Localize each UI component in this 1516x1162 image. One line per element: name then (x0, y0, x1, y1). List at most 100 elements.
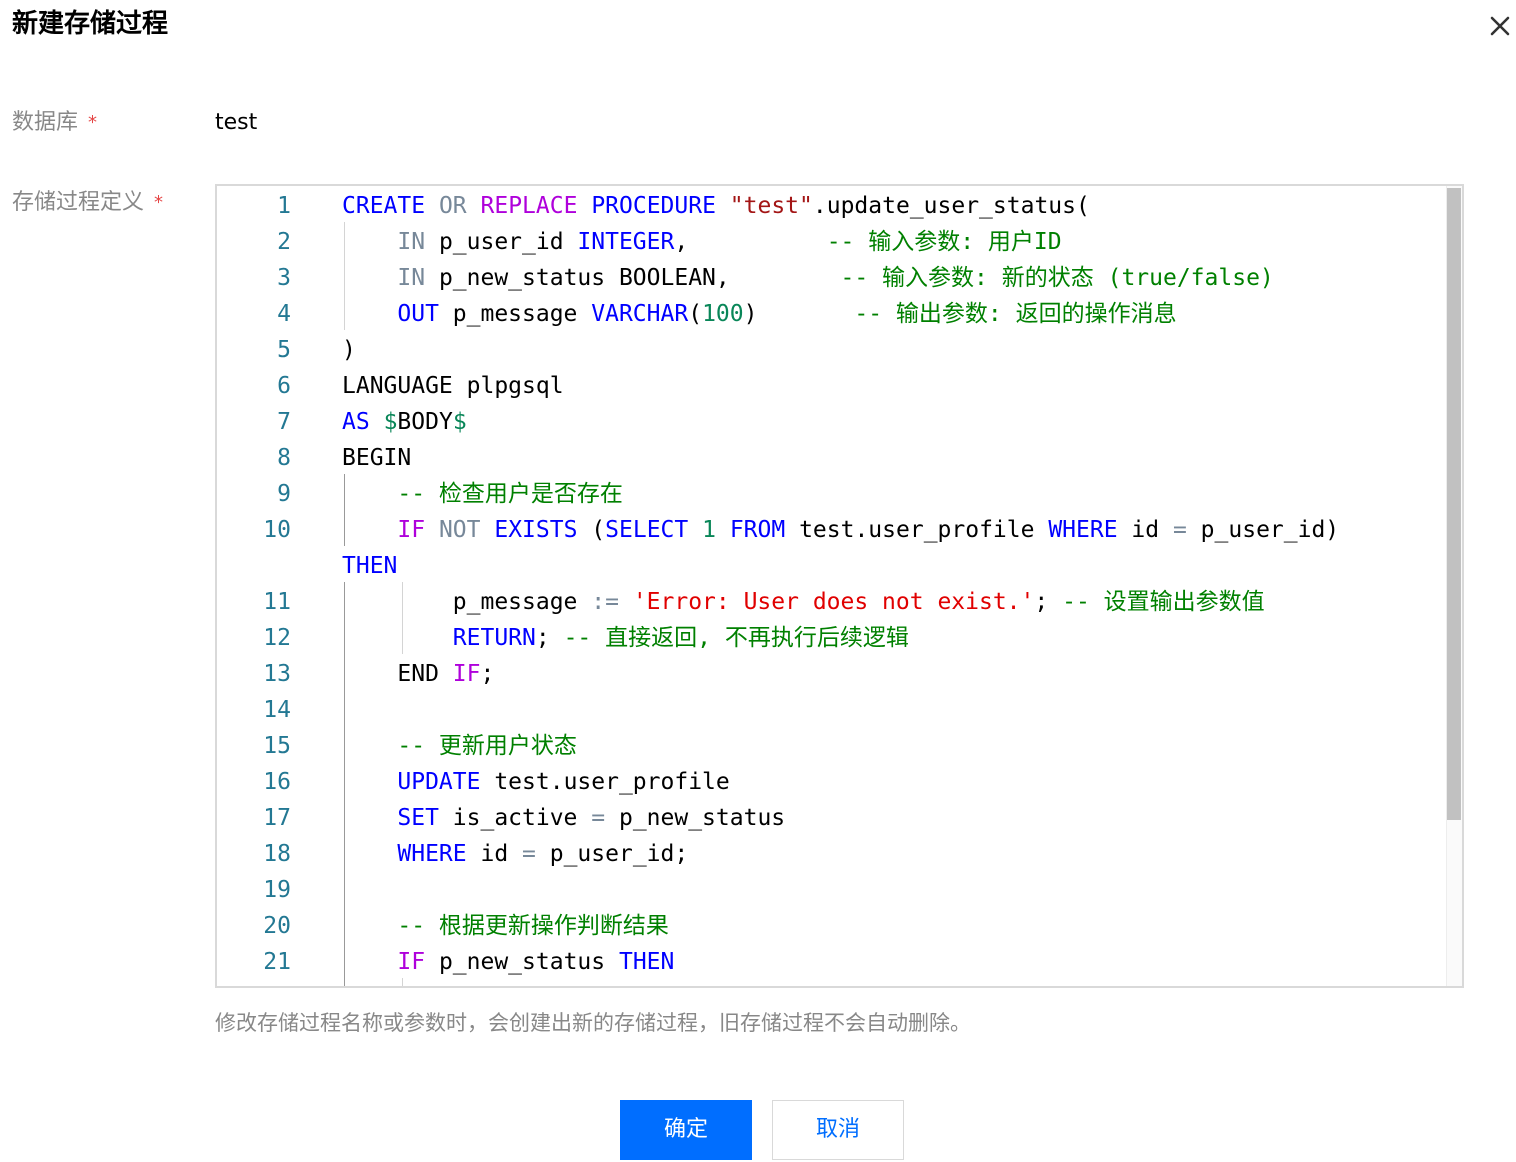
code-token: BODY (397, 409, 453, 435)
code-line[interactable]: 21 IF p_new_status THEN (217, 944, 1445, 980)
definition-label-text: 存储过程定义 (12, 190, 145, 215)
code-token: -- 更新用户状态 (397, 733, 577, 759)
code-token: -- 输入参数: 新的状态 (true/false) (840, 265, 1274, 291)
code-token: ( (688, 301, 703, 327)
code-line[interactable]: 5) (217, 332, 1445, 368)
code-line[interactable]: 3 IN p_new_status BOOLEAN, -- 输入参数: 新的状态… (217, 260, 1445, 296)
code-line[interactable]: 11 p_message := 'Error: User does not ex… (217, 584, 1445, 620)
close-icon[interactable] (1486, 12, 1514, 40)
code-text: IN p_new_status BOOLEAN, -- 输入参数: 新的状态 (… (342, 260, 1274, 296)
code-line[interactable]: 9 -- 检查用户是否存在 (217, 476, 1445, 512)
code-area[interactable]: 1 CREATE OR REPLACE PROCEDURE "test".upda… (217, 186, 1445, 986)
confirm-button[interactable]: 确定 (620, 1100, 752, 1160)
code-line[interactable]: 6 LANGUAGE plpgsql (217, 368, 1445, 404)
code-line[interactable]: 20 -- 根据更新操作判断结果 (217, 908, 1445, 944)
line-number: 8 (277, 445, 291, 471)
code-text: -- 更新用户状态 (342, 728, 577, 764)
definition-label: 存储过程定义 * (12, 188, 163, 219)
line-number: 14 (263, 697, 291, 723)
line-number: 20 (263, 913, 291, 939)
code-line[interactable]: 19 (217, 872, 1445, 908)
code-token: OUT (397, 301, 439, 327)
code-token: -- 检查用户是否存在 (397, 481, 623, 507)
code-token: test.user_profile (785, 517, 1049, 543)
code-token: IF (397, 517, 426, 543)
code-line[interactable]: 2 IN p_user_id INTEGER, -- 输入参数: 用户ID (217, 224, 1445, 260)
close-button[interactable] (1486, 12, 1514, 40)
line-number: 10 (263, 517, 291, 543)
code-token: = (522, 841, 536, 867)
code-token: 1 (702, 517, 716, 543)
required-mark: * (154, 192, 164, 213)
code-token: p_message (438, 301, 592, 327)
code-token: VARCHAR (591, 301, 689, 327)
code-line[interactable]: THEN (217, 548, 1445, 584)
code-token: REPLACE (480, 193, 578, 219)
code-token: CREATE (342, 193, 426, 219)
code-token: PROCEDURE (591, 193, 716, 219)
line-number: 3 (277, 265, 291, 291)
code-editor[interactable]: 1 CREATE OR REPLACE PROCEDURE "test".upda… (215, 184, 1464, 988)
code-text: BEGIN (342, 440, 411, 476)
code-token: SET (397, 805, 439, 831)
line-number: 5 (277, 337, 291, 363)
code-text: SET is_active = p_new_status (342, 800, 785, 836)
code-line[interactable]: 13 END IF; (217, 656, 1445, 692)
code-token: -- 输出参数: 返回的操作消息 (854, 301, 1177, 327)
code-text: LANGUAGE plpgsql (342, 368, 564, 404)
code-token: id (1117, 517, 1173, 543)
code-token: INTEGER (577, 229, 675, 255)
database-label: 数据库 * (12, 108, 97, 139)
code-line[interactable]: 1 CREATE OR REPLACE PROCEDURE "test".upda… (217, 188, 1445, 224)
code-token: p_user_id (425, 229, 578, 255)
code-token: $ (452, 409, 467, 435)
code-line[interactable]: 15 -- 更新用户状态 (217, 728, 1445, 764)
scrollbar-thumb[interactable] (1447, 188, 1461, 820)
code-text: WHERE id = p_user_id; (342, 836, 688, 872)
code-line[interactable]: 18 WHERE id = p_user_id; (217, 836, 1445, 872)
code-line[interactable]: 17 SET is_active = p_new_status (217, 800, 1445, 836)
cancel-button[interactable]: 取消 (772, 1100, 904, 1160)
code-token: AS (342, 409, 370, 435)
code-text: CREATE OR REPLACE PROCEDURE "test".updat… (342, 188, 1090, 224)
code-line[interactable]: 12 RETURN; -- 直接返回, 不再执行后续逻辑 (217, 620, 1445, 656)
code-text: UPDATE test.user_profile (342, 764, 730, 800)
dialog-title: 新建存储过程 (12, 9, 169, 39)
code-line[interactable]: 4 OUT p_message VARCHAR(100) -- 输出参数: 返回… (217, 296, 1445, 332)
code-line[interactable]: 14 (217, 692, 1445, 728)
code-token: RETURN (452, 625, 536, 651)
line-number: 17 (263, 805, 291, 831)
code-line[interactable]: 7 AS $BODY$ (217, 404, 1445, 440)
code-text: OUT p_message VARCHAR(100) -- 输出参数: 返回的操… (342, 296, 1177, 332)
code-token: SELECT (605, 517, 689, 543)
code-line[interactable]: 10 IF NOT EXISTS (SELECT 1 FROM test.use… (217, 512, 1445, 548)
line-number: 13 (263, 661, 291, 687)
code-token: test.user_profile (480, 769, 730, 795)
code-line[interactable]: 8 BEGIN (217, 440, 1445, 476)
line-number: 9 (277, 481, 291, 507)
code-token: OR (438, 193, 467, 219)
code-token: p_message (342, 589, 592, 615)
code-token: ; (480, 661, 495, 687)
line-number: 7 (277, 409, 291, 435)
code-text: THEN (342, 548, 397, 584)
code-text: RETURN; -- 直接返回, 不再执行后续逻辑 (342, 620, 909, 656)
code-token: IF (397, 949, 426, 975)
code-token: NOT (438, 517, 481, 543)
code-text: p_message := 'Error: User does not exist… (342, 584, 1265, 620)
line-number: 1 (277, 193, 291, 219)
code-text: IF NOT EXISTS (SELECT 1 FROM test.user_p… (342, 512, 1339, 548)
code-token: -- 直接返回, 不再执行后续逻辑 (563, 625, 909, 651)
code-line[interactable]: 16 UPDATE test.user_profile (217, 764, 1445, 800)
